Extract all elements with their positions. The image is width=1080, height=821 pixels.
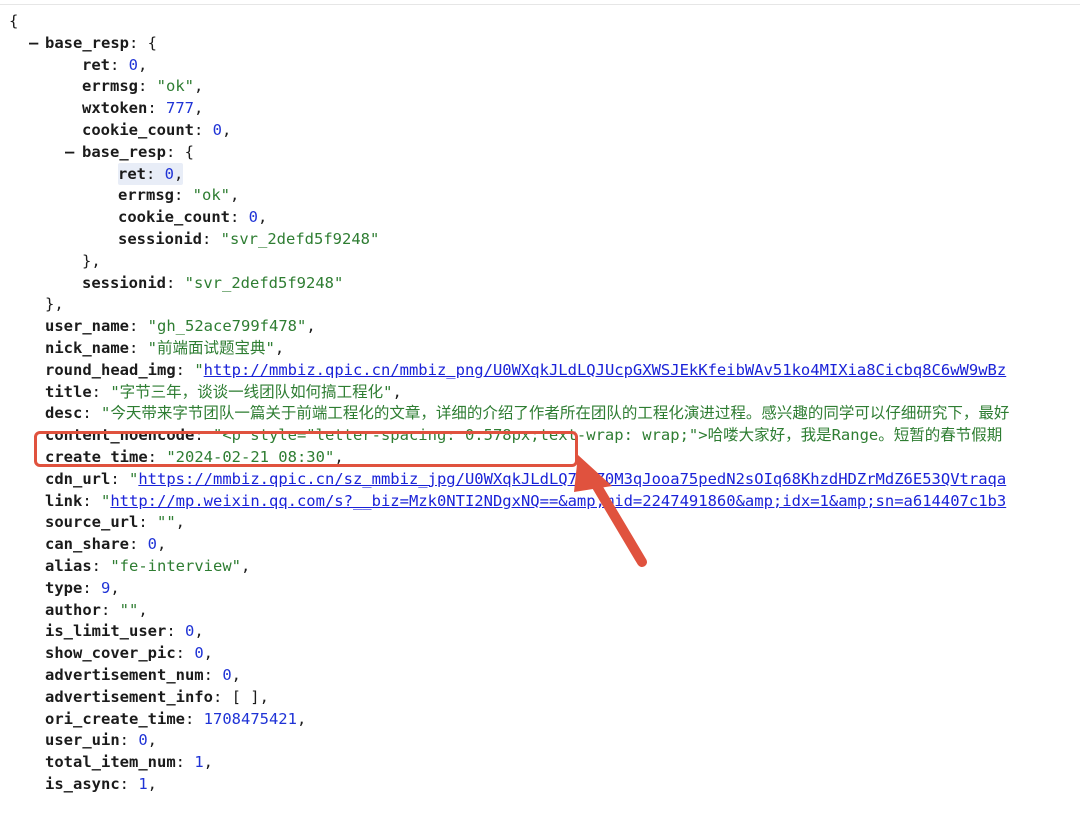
red-arrow-annotation-icon — [574, 455, 647, 567]
